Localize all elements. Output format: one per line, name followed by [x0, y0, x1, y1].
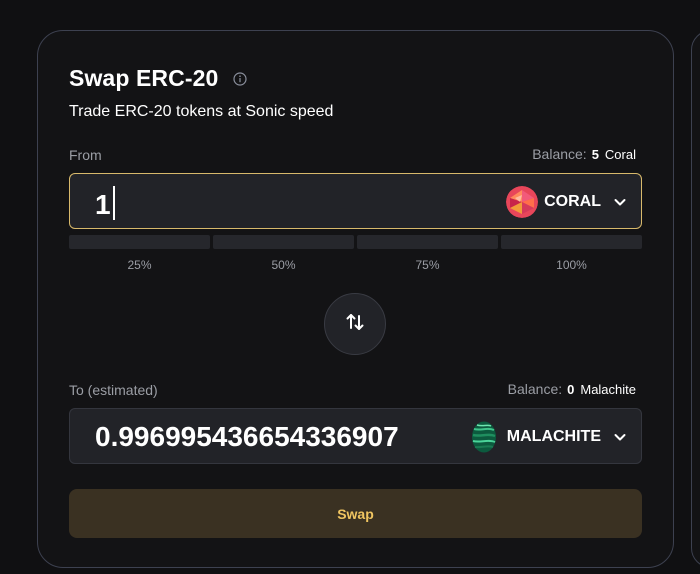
swap-button[interactable]: Swap — [69, 489, 642, 538]
info-icon[interactable] — [233, 71, 247, 86]
chevron-down-icon — [613, 430, 627, 444]
percent-25-button[interactable]: 25% — [69, 235, 210, 272]
to-token-selector[interactable]: MALACHITE — [471, 420, 627, 453]
percent-50-button[interactable]: 50% — [213, 235, 354, 272]
percent-100-label: 100% — [556, 258, 587, 272]
from-token-selector[interactable]: CORAL — [506, 185, 627, 218]
percent-50-bar — [213, 235, 354, 249]
percentage-buttons: 25% 50% 75% 100% — [69, 235, 642, 272]
from-balance: Balance: 5 Coral — [532, 146, 636, 162]
adjacent-card-edge — [691, 30, 700, 568]
to-balance: Balance: 0 Malachite — [508, 381, 636, 397]
text-caret — [112, 186, 115, 220]
from-amount-input[interactable]: 1 — [95, 186, 115, 221]
page-subtitle: Trade ERC-20 tokens at Sonic speed — [69, 103, 334, 120]
from-balance-symbol: Coral — [604, 147, 636, 162]
from-token-name: CORAL — [544, 192, 601, 210]
from-label: From — [69, 147, 102, 163]
percent-25-bar — [69, 235, 210, 249]
percent-75-label: 75% — [415, 258, 440, 272]
swap-direction-icon — [345, 312, 365, 337]
percent-75-bar — [357, 235, 498, 249]
percent-25-label: 25% — [127, 258, 152, 272]
percent-50-label: 50% — [271, 258, 296, 272]
from-balance-label: Balance: — [532, 146, 587, 162]
to-label: To (estimated) — [69, 382, 158, 398]
swap-card: Swap ERC-20 Trade ERC-20 tokens at Sonic… — [37, 30, 674, 568]
percent-75-button[interactable]: 75% — [357, 235, 498, 272]
chevron-down-icon — [613, 195, 627, 209]
percent-100-bar — [501, 235, 642, 249]
to-balance-value: 0 — [567, 382, 575, 397]
from-amount-value: 1 — [95, 189, 111, 220]
to-amount-value: 0.996995436654336907 — [95, 421, 399, 452]
to-balance-label: Balance: — [507, 381, 563, 397]
to-amount-field: 0.996995436654336907 MALACHITE — [69, 408, 642, 464]
from-balance-value: 5 — [591, 147, 599, 162]
malachite-token-icon — [471, 421, 497, 453]
from-amount-field[interactable]: 1 CORAL — [69, 173, 642, 229]
to-token-name: MALACHITE — [506, 427, 601, 445]
coral-token-icon — [506, 185, 539, 218]
title-row: Swap ERC-20 — [69, 65, 247, 92]
page-title: Swap ERC-20 — [69, 65, 219, 91]
to-balance-symbol: Malachite — [580, 382, 636, 397]
swap-direction-button[interactable] — [324, 293, 386, 355]
percent-100-button[interactable]: 100% — [501, 235, 642, 272]
